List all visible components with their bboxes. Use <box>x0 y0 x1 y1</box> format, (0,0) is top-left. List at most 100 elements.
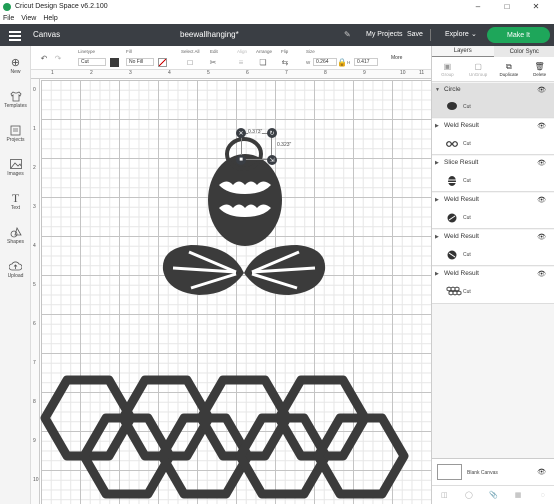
shapes-icon <box>9 226 23 238</box>
eye-icon[interactable]: 👁 <box>537 270 546 278</box>
contour-icon[interactable]: ◌ <box>530 486 554 504</box>
delete-handle-icon[interactable]: ✕ <box>236 128 246 138</box>
eye-slash-icon[interactable]: 👁 <box>537 468 546 476</box>
duplicate-icon: ⧉ <box>506 61 512 71</box>
weld-shape-icon <box>447 250 457 260</box>
size-width-input[interactable]: 0.264 <box>313 58 337 66</box>
layer-operation: Cut <box>463 252 471 258</box>
explore-dropdown[interactable]: Explore <box>445 31 469 38</box>
caret-right-icon[interactable]: ▶ <box>435 123 439 129</box>
layer-title: Weld Result <box>444 196 479 203</box>
sidebar-item-label: Upload <box>7 273 24 279</box>
arrange-icon[interactable]: ❏ <box>258 58 268 67</box>
blank-canvas-row[interactable]: Blank Canvas 👁 <box>432 458 554 485</box>
chevron-down-icon[interactable]: ⌄ <box>471 30 477 38</box>
panel-tabs: Layers Color Sync <box>432 46 554 57</box>
eye-icon[interactable]: 👁 <box>537 122 546 130</box>
layer-item-weld-result[interactable]: ▶ Weld Result 👁 Cut <box>432 193 554 229</box>
sidebar-item-label: Projects <box>6 137 25 143</box>
layer-actions: ▣ Group ▢ UnGroup ⧉ Duplicate 🗑 Delete <box>432 57 554 82</box>
ungroup-button[interactable]: ▢ UnGroup <box>463 57 494 81</box>
redo-icon[interactable]: ↷ <box>53 54 63 63</box>
sidebar-item-new[interactable]: ⊕ New <box>0 56 31 76</box>
menu-help[interactable]: Help <box>43 15 57 22</box>
layer-item-weld-result[interactable]: ▶ Weld Result 👁 Cut <box>432 267 554 304</box>
undo-icon[interactable]: ↶ <box>39 54 49 63</box>
design-canvas[interactable]: 1 2 3 4 5 6 7 8 9 10 11 0 1 2 3 4 5 6 7 … <box>31 70 431 504</box>
app-header: Canvas beewallhanging* ✎ My Projects Sav… <box>0 24 554 46</box>
caret-right-icon[interactable]: ▶ <box>435 160 439 166</box>
flatten-icon[interactable]: ▦ <box>506 486 531 504</box>
menu-file[interactable]: File <box>3 15 14 22</box>
sidebar-item-text[interactable]: T Text <box>0 191 31 212</box>
sidebar-item-templates[interactable]: Templates <box>0 90 31 109</box>
eye-icon[interactable]: 👁 <box>537 159 546 167</box>
select-all-icon[interactable]: □ <box>185 58 195 67</box>
eye-slash-icon[interactable]: 👁 <box>537 233 546 241</box>
slice-icon[interactable]: ◫ <box>432 486 457 504</box>
layer-item-slice-result[interactable]: ▶ Slice Result 👁 Cut <box>432 156 554 192</box>
maximize-icon[interactable]: □ <box>494 0 520 13</box>
sidebar-item-label: Shapes <box>7 239 24 245</box>
attach-icon[interactable]: 📎 <box>481 486 506 504</box>
my-projects-link[interactable]: My Projects <box>366 31 403 38</box>
layer-item-weld-result[interactable]: ▶ Weld Result 👁 Cut <box>432 119 554 155</box>
arrange-label: Arrange <box>256 49 273 54</box>
rotate-handle-icon[interactable]: ↻ <box>267 128 277 138</box>
size-label: Size <box>306 49 315 54</box>
fill-color-swatch[interactable] <box>158 58 167 67</box>
eye-icon[interactable]: 👁 <box>537 86 546 94</box>
layer-item-circle[interactable]: ▼ Circle 👁 Cut <box>432 83 554 118</box>
window-title: Cricut Design Space v6.2.100 <box>15 3 108 10</box>
close-window-icon[interactable]: ✕ <box>523 0 549 13</box>
canvas-artwork <box>40 137 409 499</box>
align-icon[interactable]: ≡ <box>236 58 246 67</box>
blank-canvas-swatch[interactable] <box>437 464 462 480</box>
make-it-button[interactable]: Make It <box>487 27 550 43</box>
menu-view[interactable]: View <box>21 15 36 22</box>
resize-handle-icon[interactable]: ⇲ <box>267 155 277 165</box>
sidebar-item-projects[interactable]: Projects <box>0 124 31 143</box>
bee-wings-shape[interactable] <box>162 245 326 295</box>
section-title: Canvas <box>33 30 61 39</box>
projects-icon <box>9 124 23 136</box>
fill-select[interactable]: No Fill <box>126 58 154 66</box>
duplicate-button[interactable]: ⧉ Duplicate <box>494 57 525 81</box>
tab-layers[interactable]: Layers <box>432 46 494 57</box>
edit-project-icon[interactable]: ✎ <box>344 30 351 39</box>
layer-item-weld-result[interactable]: ▶ Weld Result 👁 Cut <box>432 230 554 266</box>
caret-right-icon[interactable]: ▶ <box>435 271 439 277</box>
height-dimension-label: 0.323" <box>277 142 292 148</box>
image-icon <box>9 158 23 170</box>
delete-button[interactable]: 🗑 Delete <box>524 57 554 81</box>
sidebar-item-shapes[interactable]: Shapes <box>0 226 31 245</box>
edit-scissors-icon[interactable]: ✂ <box>208 58 218 67</box>
layer-operation: Cut <box>463 104 471 110</box>
lock-icon[interactable]: 🔒 <box>337 58 347 67</box>
caret-down-icon[interactable]: ▼ <box>435 87 440 93</box>
linetype-color-swatch[interactable] <box>110 58 119 67</box>
size-w-label: W <box>306 60 311 65</box>
sidebar-item-upload[interactable]: Upload <box>0 260 31 279</box>
hamburger-menu-icon[interactable] <box>9 29 21 41</box>
caret-right-icon[interactable]: ▶ <box>435 197 439 203</box>
minimize-icon[interactable]: – <box>465 0 491 13</box>
more-dropdown[interactable]: More <box>389 55 409 63</box>
save-button[interactable]: Save <box>407 31 423 38</box>
size-height-input[interactable]: 0.417 <box>354 58 378 66</box>
flip-icon[interactable]: ⇆ <box>280 58 290 67</box>
layer-title: Weld Result <box>444 233 479 240</box>
linetype-select[interactable]: Cut <box>78 58 106 66</box>
project-name[interactable]: beewallhanging* <box>180 30 239 39</box>
sidebar-item-images[interactable]: Images <box>0 158 31 177</box>
size-h-label: H <box>347 60 351 65</box>
weld-icon[interactable]: ◯ <box>457 486 482 504</box>
caret-right-icon[interactable]: ▶ <box>435 234 439 240</box>
eye-slash-icon[interactable]: 👁 <box>537 196 546 204</box>
lock-handle-icon[interactable]: ■ <box>236 155 246 165</box>
sidebar-item-label: New <box>10 69 21 75</box>
honeycomb-shape[interactable] <box>40 375 409 499</box>
tab-color-sync[interactable]: Color Sync <box>494 46 554 57</box>
group-button[interactable]: ▣ Group <box>432 57 463 81</box>
header-divider <box>430 29 431 41</box>
